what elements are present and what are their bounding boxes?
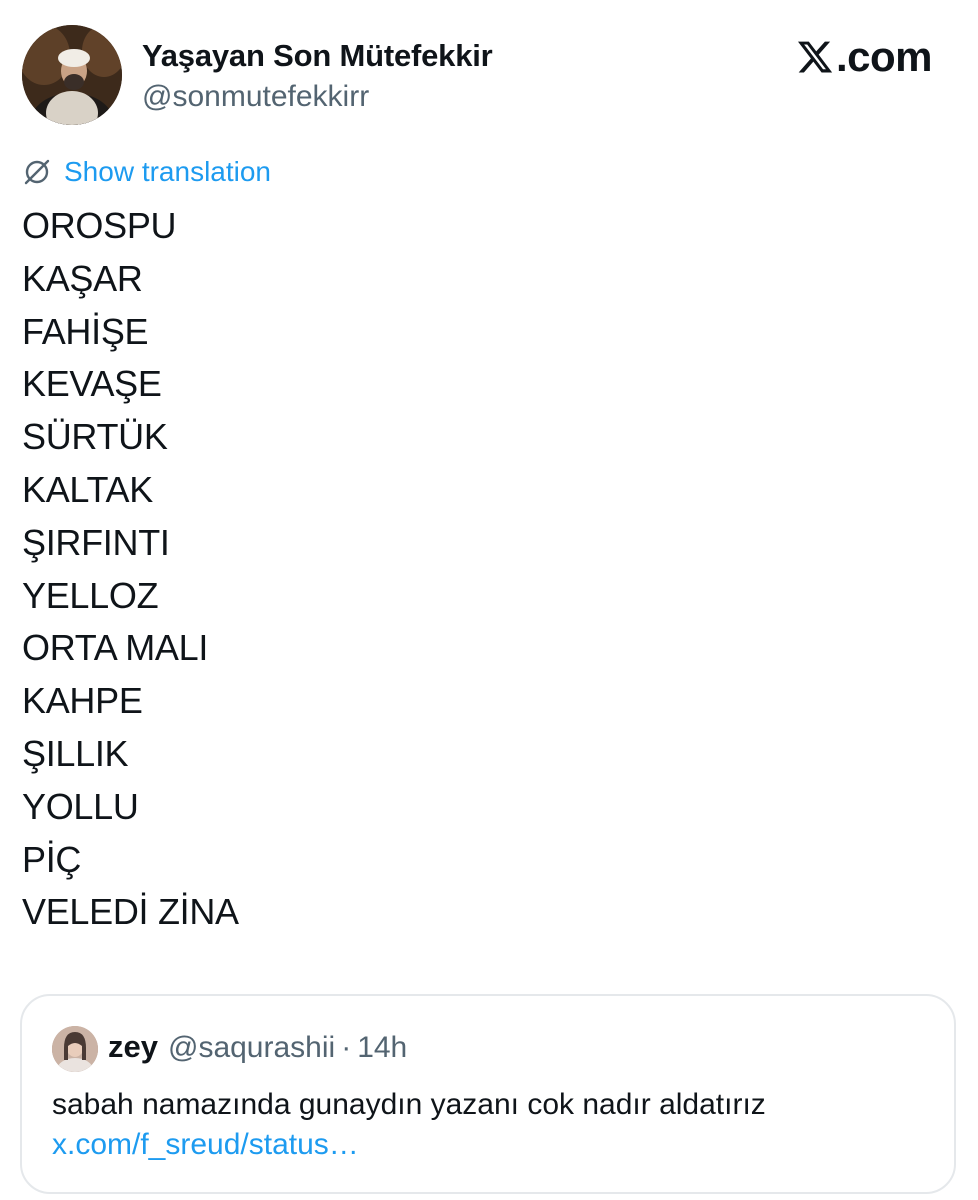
post-text-line: PİÇ: [22, 838, 82, 880]
post-text-line: SÜRTÜK: [22, 416, 168, 458]
author-display-name[interactable]: Yaşayan Son Mütefekkir: [142, 38, 493, 74]
quoted-author-handle[interactable]: @saqurashii: [168, 1031, 335, 1065]
post-text-line: KAHPE: [22, 680, 143, 722]
post-text-line: KAŞAR: [22, 257, 143, 299]
brand-logo: .com: [796, 33, 933, 80]
post-text-line: YELLOZ: [22, 574, 159, 616]
quoted-post-header: zey @saqurashii · 14h: [108, 1029, 407, 1065]
post-text-line: YOLLU: [22, 785, 139, 827]
quoted-author-avatar[interactable]: [52, 1026, 98, 1072]
brand-domain-text: .com: [836, 33, 933, 80]
quoted-post-link[interactable]: x.com/f_sreud/status…: [52, 1128, 359, 1162]
author-avatar[interactable]: [22, 25, 122, 125]
quoted-post-card[interactable]: zey @saqurashii · 14h sabah namazında gu…: [20, 994, 956, 1194]
post-text-line: KALTAK: [22, 468, 153, 510]
post-text-line: FAHİŞE: [22, 310, 149, 352]
post-text-line: ŞILLIK: [22, 732, 129, 774]
quoted-post-time[interactable]: 14h: [357, 1031, 407, 1065]
author-handle[interactable]: @sonmutefekkirr: [142, 80, 369, 114]
globe-slash-icon: [24, 159, 50, 185]
show-translation-label: Show translation: [64, 156, 272, 187]
quoted-post-text: sabah namazında gunaydın yazanı cok nadı…: [52, 1088, 766, 1121]
post-text-line: VELEDİ ZİNA: [22, 891, 239, 933]
post-text-line: KEVAŞE: [22, 363, 162, 405]
post-text-line: ŞIRFINTI: [22, 521, 170, 563]
post-text-line: ORTA MALI: [22, 627, 209, 669]
post-text: OROSPU KAŞAR FAHİŞE KEVAŞE SÜRTÜK KALTAK…: [22, 200, 239, 939]
author-avatar-image: [22, 25, 122, 125]
post-text-line: OROSPU: [22, 205, 177, 246]
x-logo-icon: [797, 41, 833, 73]
quoted-author-avatar-image: [52, 1026, 98, 1072]
quoted-header-separator: ·: [341, 1031, 352, 1064]
show-translation-button[interactable]: Show translation: [22, 156, 271, 188]
quoted-author-name[interactable]: zey: [108, 1029, 158, 1065]
